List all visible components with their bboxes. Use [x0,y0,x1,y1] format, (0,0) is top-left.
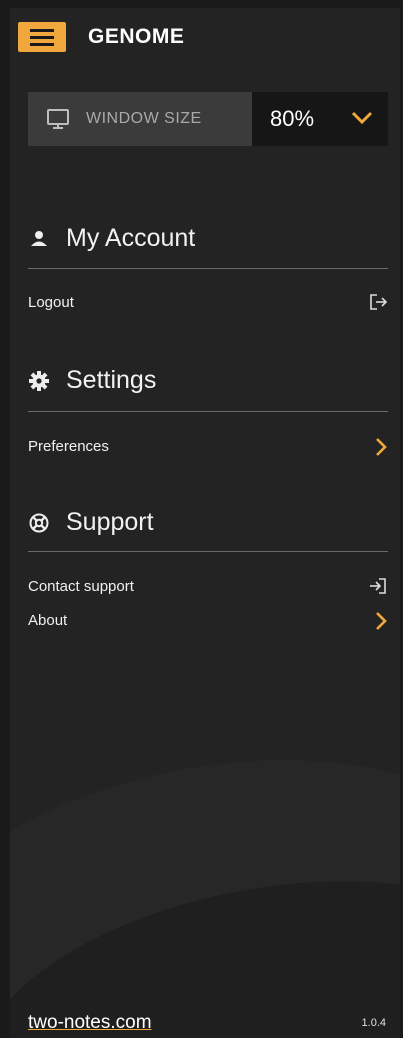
menu-item-preferences[interactable]: Preferences [28,434,388,460]
section-title-text: Support [66,508,154,536]
menu-bar-icon [30,43,54,46]
side-menu-panel: GENOME WINDOW SIZE 80% My Account Logout… [10,8,400,1038]
gear-icon [29,371,49,391]
window-size-label: WINDOW SIZE [86,110,202,127]
section-divider [28,268,388,269]
lifebuoy-icon [29,513,49,533]
section-title-text: Settings [66,366,157,394]
menu-item-label: Preferences [28,438,109,455]
chevron-down-icon [351,111,373,125]
window-size-button[interactable]: WINDOW SIZE [28,92,252,146]
window-size-select[interactable]: 80% [252,92,388,146]
section-divider [28,551,388,552]
menu-item-label: About [28,612,68,629]
menu-item-logout[interactable]: Logout [28,290,388,316]
chevron-right-icon [376,438,387,456]
brand-logo-text: GENOME [88,25,185,48]
footer: two-notes.com 1.0.4 [28,1012,386,1036]
menu-item-about[interactable]: About [28,608,388,634]
hamburger-menu-button[interactable] [18,22,66,52]
menu-item-label: Logout [28,294,74,311]
header: GENOME [18,22,388,58]
monitor-icon [47,109,69,129]
window-size-value: 80% [270,106,315,131]
section-title-text: My Account [66,224,196,252]
menu-item-contact-support[interactable]: Contact support [28,574,388,600]
section-divider [28,411,388,412]
chevron-right-icon [376,612,387,630]
menu-item-label: Contact support [28,578,134,595]
menu-bar-icon [30,36,54,39]
menu-bar-icon [30,29,54,32]
window-size-control: WINDOW SIZE 80% [28,92,388,146]
website-link[interactable]: two-notes.com [28,1012,152,1034]
logout-icon [370,294,388,310]
version-label: 1.0.4 [361,1017,386,1029]
login-icon [370,578,386,594]
user-icon [31,231,47,246]
